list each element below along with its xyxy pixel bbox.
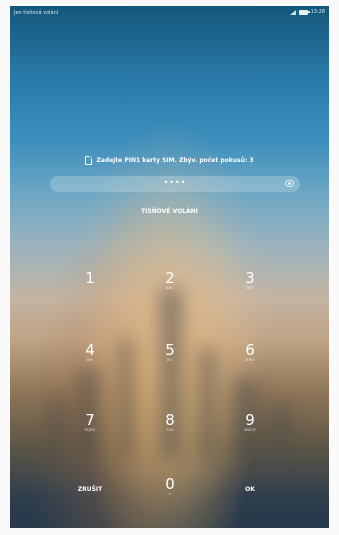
pin-masked-value: •••• [163, 178, 187, 187]
status-icons: 13:28 [289, 9, 325, 15]
ok-button[interactable]: OK [220, 476, 280, 516]
device-frame: Jen tísňová volání 13:28 Zadejte PIN1 ka… [0, 0, 339, 535]
key-4[interactable]: 4 GHI [60, 342, 120, 382]
cancel-label: ZRUŠIT [77, 486, 103, 493]
eye-icon[interactable] [285, 180, 294, 187]
key-3[interactable]: 3 DEF [220, 270, 280, 310]
key-letters: GHI [86, 358, 94, 362]
key-digit: 4 [85, 341, 95, 359]
pin-input[interactable]: •••• [50, 176, 300, 192]
key-letters: DEF [246, 286, 254, 290]
carrier-label: Jen tísňová volání [14, 10, 59, 16]
key-letters: JKL [166, 358, 174, 362]
key-letters: WXYZ [244, 428, 256, 432]
status-bar: Jen tísňová volání 13:28 [10, 6, 329, 22]
key-letters: PQRS [84, 428, 96, 432]
key-digit: 3 [245, 269, 255, 287]
sim-pin-prompt: Zadejte PIN1 karty SIM. Zbýv. počet poku… [10, 156, 329, 165]
signal-icon [289, 9, 296, 15]
key-digit: 6 [245, 341, 255, 359]
ok-label: OK [245, 486, 255, 493]
emergency-call-button[interactable]: TÍSŇOVÉ VOLÁNÍ [10, 208, 329, 215]
key-7[interactable]: 7 PQRS [60, 412, 120, 452]
sim-pin-prompt-text: Zadejte PIN1 karty SIM. Zbýv. počet poku… [96, 157, 254, 164]
key-digit: 9 [245, 411, 255, 429]
battery-icon [298, 9, 310, 15]
key-digit: 7 [85, 411, 95, 429]
key-6[interactable]: 6 MNO [220, 342, 280, 382]
key-digit: 0 [165, 475, 175, 493]
key-9[interactable]: 9 WXYZ [220, 412, 280, 452]
lock-screen: Jen tísňová volání 13:28 Zadejte PIN1 ka… [10, 6, 329, 528]
key-1[interactable]: 1 [60, 270, 120, 310]
key-letters: ABC [165, 286, 175, 290]
key-8[interactable]: 8 TUV [140, 412, 200, 452]
clock: 13:28 [310, 9, 325, 15]
sim-card-icon [85, 156, 93, 165]
key-letters: TUV [166, 428, 174, 432]
key-letters: MNO [245, 358, 255, 362]
key-digit: 8 [165, 411, 175, 429]
key-letters: + [168, 492, 172, 496]
cancel-button[interactable]: ZRUŠIT [60, 476, 120, 516]
key-0[interactable]: 0 + [140, 476, 200, 516]
key-2[interactable]: 2 ABC [140, 270, 200, 310]
key-digit: 1 [85, 269, 95, 287]
key-digit: 2 [165, 269, 175, 287]
key-5[interactable]: 5 JKL [140, 342, 200, 382]
key-digit: 5 [165, 341, 175, 359]
